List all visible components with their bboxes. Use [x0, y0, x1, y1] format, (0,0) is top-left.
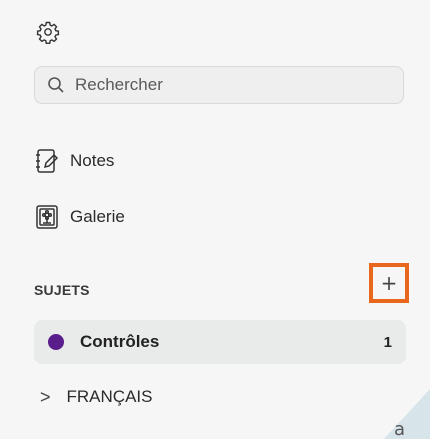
settings-button[interactable] — [36, 20, 60, 49]
subject-label: Contrôles — [80, 332, 160, 351]
nav-item-notes[interactable]: Notes — [34, 145, 114, 177]
page-curl-decoration: a — [384, 389, 430, 439]
section-title-subjects: SUJETS — [34, 282, 90, 298]
search-input[interactable] — [73, 74, 377, 96]
notes-icon — [34, 147, 60, 175]
search-icon — [47, 76, 65, 94]
svg-text:a: a — [394, 419, 405, 439]
add-subject-button[interactable]: + — [369, 263, 409, 303]
plus-icon: + — [380, 271, 398, 295]
folder-label: FRANÇAIS — [66, 387, 153, 406]
subject-item-controles[interactable]: Contrôles 1 — [34, 320, 406, 364]
subject-folder-francais[interactable]: > FRANÇAIS — [40, 382, 152, 412]
subject-count: 1 — [383, 333, 392, 351]
nav-item-label: Galerie — [70, 207, 125, 226]
search-bar[interactable] — [34, 66, 404, 104]
gallery-icon — [34, 203, 60, 231]
chevron-right-icon: > — [40, 386, 51, 407]
nav-item-label: Notes — [70, 151, 115, 170]
gear-icon — [36, 20, 60, 49]
sidebar: Notes Galerie SUJETS + Contrôles 1 > — [0, 0, 430, 439]
subject-color-dot — [48, 334, 64, 350]
nav-item-gallery[interactable]: Galerie — [34, 201, 125, 233]
